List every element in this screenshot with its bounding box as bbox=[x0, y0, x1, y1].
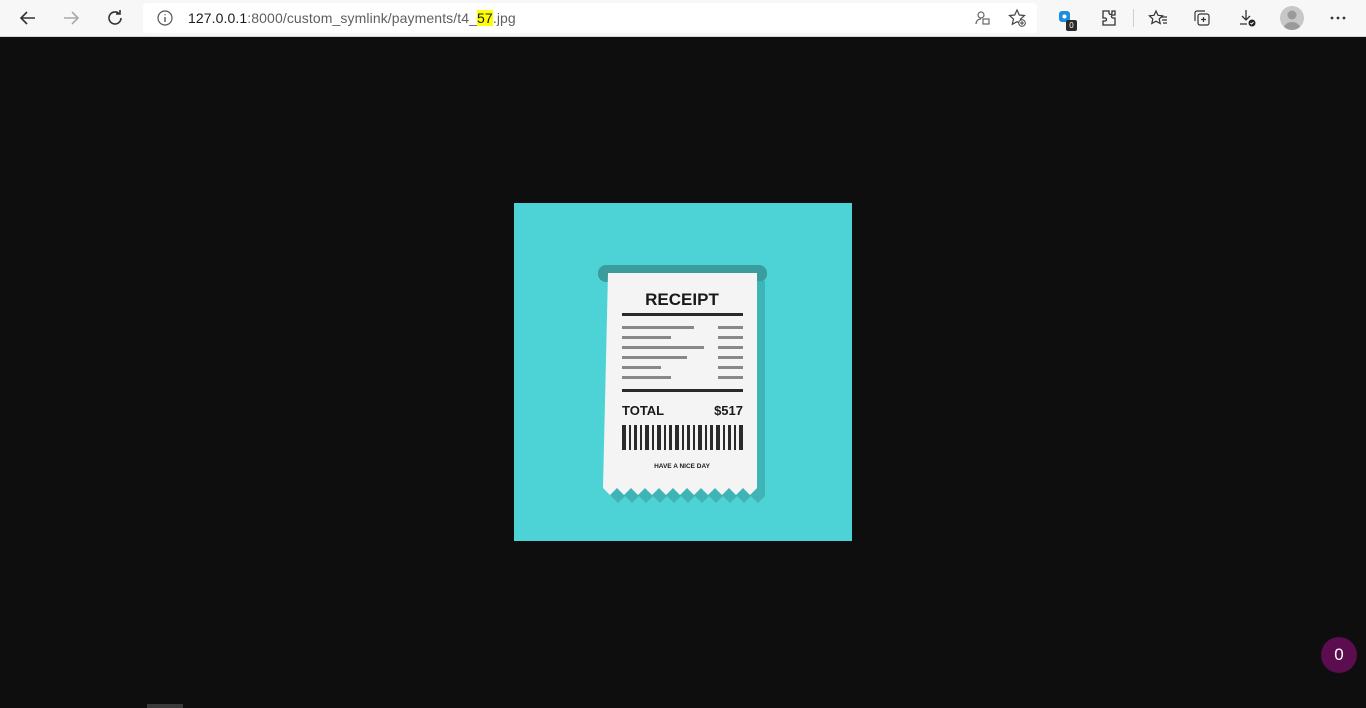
receipt-footer: HAVE A NICE DAY bbox=[654, 463, 711, 470]
extensions-button[interactable] bbox=[1094, 4, 1124, 32]
favorites-icon bbox=[1148, 9, 1167, 25]
url-text[interactable]: 127.0.0.1:8000/custom_symlink/payments/t… bbox=[188, 10, 516, 26]
forward-icon bbox=[64, 11, 80, 25]
forward-button[interactable] bbox=[56, 4, 86, 32]
more-menu-button[interactable] bbox=[1323, 4, 1353, 32]
extensions-icon bbox=[1102, 10, 1116, 26]
back-button[interactable] bbox=[13, 4, 43, 32]
collections-button[interactable] bbox=[1187, 4, 1217, 32]
url-extension: .jpg bbox=[492, 10, 516, 26]
url-highlight: 57 bbox=[477, 10, 493, 26]
url-path: :8000/custom_symlink/payments/t4_ bbox=[247, 10, 478, 26]
browser-toolbar: 127.0.0.1:8000/custom_symlink/payments/t… bbox=[0, 0, 1366, 37]
favorites-button[interactable] bbox=[1143, 4, 1173, 32]
receipt-total-label: TOTAL bbox=[622, 403, 664, 418]
receipt-barcode bbox=[622, 425, 743, 450]
notification-counter[interactable]: 0 bbox=[1321, 637, 1357, 673]
horizontal-scrollbar-thumb[interactable] bbox=[147, 704, 183, 708]
info-icon[interactable] bbox=[156, 9, 174, 27]
receipt-image: RECEIPT TOTAL $517 HAVE A NICE DAY bbox=[514, 203, 852, 541]
url-host: 127.0.0.1 bbox=[188, 10, 248, 26]
receipt-title: RECEIPT bbox=[645, 290, 719, 309]
address-bar[interactable]: 127.0.0.1:8000/custom_symlink/payments/t… bbox=[143, 3, 1037, 33]
profile-avatar[interactable] bbox=[1280, 6, 1304, 30]
downloads-icon bbox=[1240, 10, 1256, 27]
refresh-button[interactable] bbox=[100, 4, 130, 32]
toolbar-divider bbox=[1133, 9, 1134, 27]
back-icon bbox=[19, 11, 35, 25]
receipt-total-value: $517 bbox=[714, 403, 743, 418]
add-favorite-icon[interactable] bbox=[1007, 8, 1027, 28]
extension-badge-count: 0 bbox=[1066, 20, 1077, 31]
refresh-icon bbox=[108, 10, 122, 25]
more-menu-icon bbox=[1330, 16, 1346, 20]
receipt-rule-bottom bbox=[622, 389, 743, 392]
user-sync-icon[interactable] bbox=[972, 8, 992, 28]
receipt-rule-top bbox=[622, 313, 743, 316]
profile-icon bbox=[1283, 10, 1301, 30]
downloads-button[interactable] bbox=[1232, 4, 1262, 32]
collections-icon bbox=[1194, 10, 1210, 26]
